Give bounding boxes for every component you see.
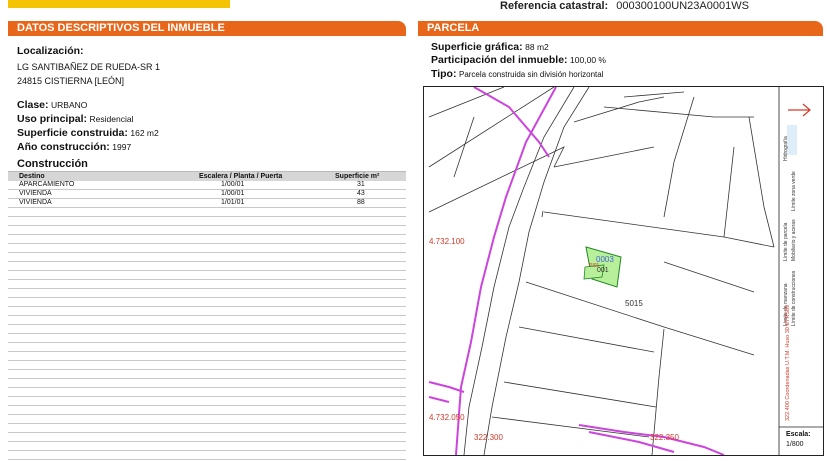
table-row: [8, 343, 406, 352]
anio-row: Año construcción: 1997: [17, 141, 131, 153]
sup-grafica-row: Superficie gráfica: 88 m2: [431, 41, 549, 53]
legend-parcela: Límite de parcela: [783, 222, 789, 261]
table-row: [8, 289, 406, 298]
tipo-label: Tipo:: [431, 68, 457, 80]
table-row: [8, 280, 406, 289]
table-header: Destino Escalera / Planta / Puerta Super…: [8, 172, 406, 181]
cell-destino: VIVIENDA: [19, 190, 52, 197]
table-row: [8, 442, 406, 451]
legend-hidrografia: Hidrografía: [783, 136, 789, 161]
map-svg: [428, 87, 823, 455]
participacion-label: Participación del inmueble:: [431, 54, 568, 66]
table-row: [8, 352, 406, 361]
sup-grafica-label: Superficie gráfica:: [431, 41, 523, 53]
cell-superficie: 43: [357, 190, 365, 197]
table-row: [8, 325, 406, 334]
address-line2: 24815 CISTIERNA [LEÓN]: [17, 76, 125, 86]
superficie-row: Superficie construida: 162 m2: [17, 127, 159, 139]
construccion-title: Construcción: [17, 158, 88, 170]
table-row: [8, 370, 406, 379]
cadastral-map: 4.732.100 4.732.050 322.300 322.350 5015…: [423, 86, 824, 456]
table-row: VIVIENDA 1/01/01 88: [8, 199, 406, 208]
participacion-value: 100,00 %: [570, 55, 606, 65]
table-row: [8, 397, 406, 406]
tipo-value: Parcela construida sin división horizont…: [458, 70, 604, 79]
section-header-parcela: PARCELA: [418, 21, 823, 36]
cell-escalera: 1/00/01: [221, 190, 245, 197]
table-row: [8, 433, 406, 442]
legend-zona-verde: Límite zona verde: [791, 171, 797, 211]
col-escalera: Escalera / Planta / Puerta: [199, 173, 283, 180]
referencia-catastral: Referencia catastral: 000300100UN23A0001W…: [500, 0, 749, 12]
scale-label: Escala:: [786, 431, 811, 438]
scale-value: 1/800: [786, 441, 804, 448]
table-row: [8, 424, 406, 433]
legend-mobiliario: Mobiliario y aceras: [791, 219, 797, 261]
cell-escalera: 1/01/01: [221, 199, 245, 206]
table-row: [8, 262, 406, 271]
ref-value: 000300100UN23A0001WS: [616, 0, 749, 12]
clase-value: URBANO: [51, 100, 88, 110]
table-row: [8, 217, 406, 226]
cell-superficie: 31: [357, 181, 365, 188]
section-header-datos: DATOS DESCRIPTIVOS DEL INMUEBLE: [8, 21, 406, 36]
uso-label: Uso principal:: [17, 113, 88, 125]
table-row: [8, 226, 406, 235]
legend-construcciones: Límite de construcciones: [791, 270, 797, 326]
col-destino: Destino: [19, 173, 45, 180]
table-row: APARCAMIENTO 1/00/01 31: [8, 181, 406, 190]
catastro-logo-strip: [8, 0, 230, 8]
construccion-table: Destino Escalera / Planta / Puerta Super…: [8, 171, 406, 461]
table-row: [8, 253, 406, 262]
clase-row: Clase: URBANO: [17, 99, 87, 111]
clase-label: Clase:: [17, 99, 49, 111]
x-label-1: 322.300: [474, 433, 503, 442]
uso-row: Uso principal: Residencial: [17, 113, 133, 125]
ref-label: Referencia catastral:: [500, 0, 609, 12]
uso-value: Residencial: [89, 114, 134, 124]
table-row: [8, 334, 406, 343]
table-row: [8, 307, 406, 316]
parcel-number: 5015: [625, 299, 643, 308]
cell-superficie: 88: [357, 199, 365, 206]
table-row: [8, 244, 406, 253]
sup-grafica-value: 88 m2: [525, 42, 549, 52]
cell-escalera: 1/00/01: [221, 181, 245, 188]
x-label-2: 322.350: [650, 433, 679, 442]
table-row: [8, 406, 406, 415]
table-row: [8, 451, 406, 460]
y-label-2: 4.732.050: [429, 413, 465, 422]
anio-label: Año construcción:: [17, 141, 110, 153]
localizacion-label: Localización:: [17, 45, 84, 57]
cell-destino: APARCAMIENTO: [19, 181, 75, 188]
superficie-label: Superficie construida:: [17, 127, 128, 139]
table-row: VIVIENDA 1/00/01 43: [8, 190, 406, 199]
address-line1: LG SANTIBAÑEZ DE RUEDA-SR 1: [17, 62, 161, 72]
map-legend: Hidrografía Límite zona verde Límite de …: [783, 91, 819, 423]
table-row: [8, 271, 406, 280]
table-row: [8, 316, 406, 325]
table-row: [8, 235, 406, 244]
table-row: [8, 298, 406, 307]
table-row: [8, 388, 406, 397]
legend-coords: 322.400 Coordenadas U.T.M. Huso 30 ETRS8…: [785, 304, 791, 421]
table-row: [8, 208, 406, 217]
table-row: [8, 379, 406, 388]
superficie-value: 162 m2: [130, 128, 159, 138]
north-arrow-icon: [785, 99, 813, 121]
y-label-1: 4.732.100: [429, 237, 465, 246]
building-small-label: PI01: [589, 263, 600, 269]
col-superficie: Superficie m²: [335, 173, 380, 180]
table-row: [8, 415, 406, 424]
table-row: [8, 361, 406, 370]
tipo-row: Tipo: Parcela construida sin división ho…: [431, 68, 604, 80]
cell-destino: VIVIENDA: [19, 199, 52, 206]
anio-value: 1997: [112, 142, 132, 152]
participacion-row: Participación del inmueble: 100,00 %: [431, 54, 606, 66]
